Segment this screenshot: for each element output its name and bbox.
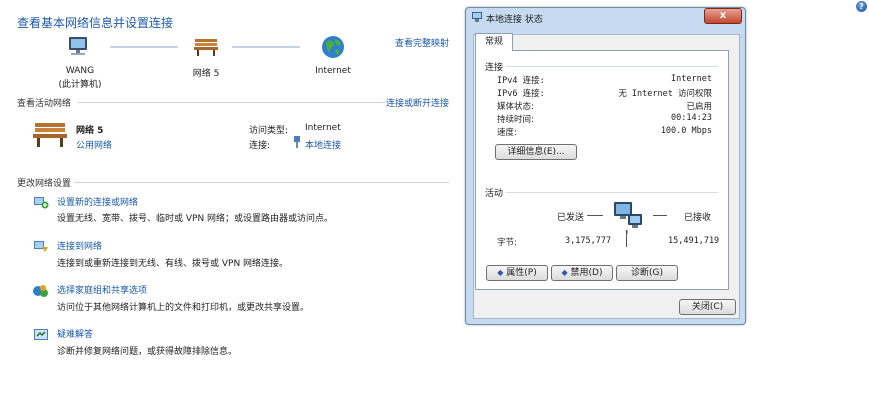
task-title-link[interactable]: 疑难解答	[57, 327, 93, 340]
general-panel	[475, 50, 729, 290]
globe-icon	[320, 34, 346, 60]
computers-activity-icon	[610, 200, 646, 234]
received-line	[653, 215, 667, 216]
troubleshoot-icon	[33, 327, 49, 343]
task-title-link[interactable]: 连接到网络	[57, 239, 102, 252]
properties-button[interactable]: ◆ 属性(P)	[486, 265, 548, 281]
ipv6-label: IPv6 连接:	[497, 89, 545, 99]
divider	[506, 192, 718, 193]
help-icon[interactable]: ?	[856, 1, 867, 12]
network-type-link[interactable]: 公用网络	[76, 138, 112, 151]
shield-icon: ◆	[497, 268, 504, 277]
divider	[74, 182, 449, 183]
task-title-link[interactable]: 设置新的连接或网络	[57, 195, 138, 208]
bytes-sent-value: 3,175,777	[565, 236, 612, 246]
activity-section-header: 活动	[485, 189, 504, 199]
close-icon[interactable]: x	[704, 8, 742, 24]
public-network-bench-icon	[32, 118, 68, 148]
local-connection-link[interactable]: 本地连接	[305, 138, 341, 151]
shield-icon: ◆	[561, 268, 568, 277]
connection-section-header: 连接	[485, 63, 504, 73]
tab-general[interactable]: 常规	[475, 33, 513, 51]
details-button[interactable]: 详细信息(E)...	[495, 144, 577, 160]
duration-label: 持续时间:	[497, 115, 534, 125]
divider	[506, 66, 718, 67]
homegroup-icon	[32, 283, 50, 299]
map-link-line	[110, 46, 178, 48]
active-networks-header: 查看活动网络	[17, 99, 72, 109]
speed-label: 速度:	[497, 128, 517, 138]
connect-network-icon	[33, 238, 49, 254]
access-type-value: Internet	[305, 123, 341, 133]
disable-label: 禁用(D)	[570, 268, 603, 278]
disable-button[interactable]: ◆ 禁用(D)	[551, 265, 613, 281]
dialog-title: 本地连接 状态	[486, 15, 543, 25]
bytes-label: 字节:	[497, 238, 517, 248]
network-adapter-icon	[471, 11, 483, 23]
ipv4-value: Internet	[671, 74, 712, 84]
computer-sub: (此计算机)	[58, 80, 102, 90]
connect-disconnect-link[interactable]: 连接或断开连接	[386, 96, 449, 109]
page-title: 查看基本网络信息并设置连接	[17, 16, 174, 30]
bytes-received-value: 15,491,719	[668, 236, 720, 246]
diagnose-button[interactable]: 诊断(G)	[616, 265, 678, 281]
ipv4-label: IPv4 连接:	[497, 76, 545, 86]
properties-label: 属性(P)	[506, 268, 537, 278]
computer-icon	[64, 36, 92, 58]
new-connection-icon	[33, 194, 49, 210]
task-description: 访问位于其他网络计算机上的文件和打印机，或更改共享设置。	[57, 303, 310, 313]
media-state-label: 媒体状态:	[497, 102, 534, 112]
bytes-divider	[626, 233, 627, 247]
task-title-link[interactable]: 选择家庭组和共享选项	[57, 283, 147, 296]
access-type-label: 访问类型:	[249, 126, 289, 136]
task-description: 设置无线、宽带、拨号、临时或 VPN 网络；或设置路由器或访问点。	[57, 214, 334, 224]
ethernet-icon	[293, 136, 301, 148]
close-button[interactable]: 关闭(C)	[679, 299, 736, 315]
internet-label: Internet	[315, 66, 351, 76]
speed-value: 100.0 Mbps	[660, 126, 712, 136]
active-network-name: 网络 5	[76, 126, 104, 136]
divider	[78, 102, 385, 103]
change-settings-header: 更改网络设置	[17, 179, 72, 189]
network-map-label: 网络 5	[192, 69, 220, 79]
task-description: 诊断并修复网络问题，或获得故障排除信息。	[57, 347, 238, 357]
map-link-line	[232, 46, 300, 48]
sent-label: 已发送	[557, 213, 585, 223]
duration-value: 00:14:23	[671, 113, 712, 123]
received-label: 已接收	[684, 213, 712, 223]
connection-label: 连接:	[249, 141, 271, 151]
task-description: 连接到或重新连接到无线、有线、拨号或 VPN 网络连接。	[57, 259, 289, 269]
computer-name: WANG	[65, 66, 95, 76]
bench-icon	[192, 35, 220, 57]
view-full-map-link[interactable]: 查看完整映射	[395, 36, 449, 49]
ipv6-value: 无 Internet 访问权限	[618, 89, 712, 99]
media-state-value: 已启用	[686, 102, 712, 112]
sent-line	[587, 215, 603, 216]
